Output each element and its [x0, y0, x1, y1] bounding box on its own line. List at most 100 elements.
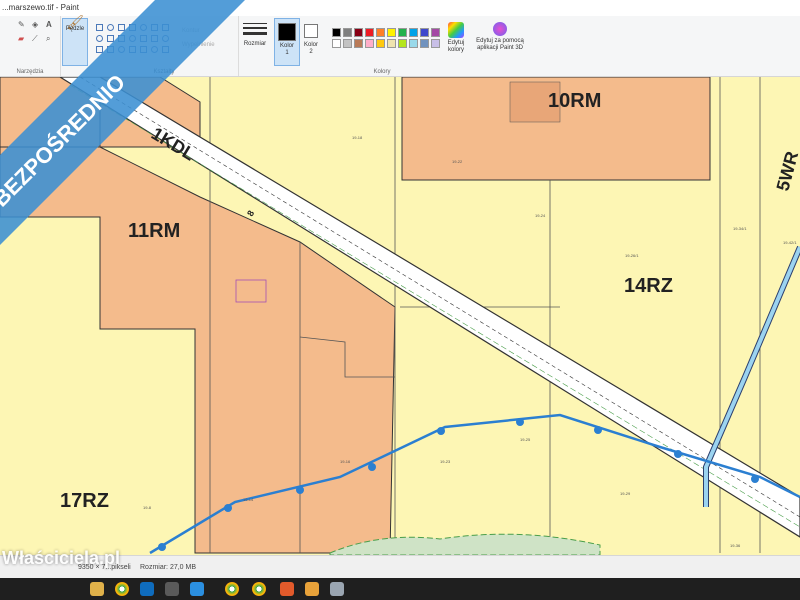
fill-icon[interactable]: ◈: [32, 20, 38, 29]
color-swatch[interactable]: [398, 39, 407, 48]
file-size: Rozmiar: 27,0 MB: [140, 564, 197, 571]
shape-option[interactable]: [118, 35, 125, 42]
brush-icon: 🖌: [66, 14, 84, 30]
group-tools-label: Narzędzia: [16, 69, 44, 75]
terminal-icon[interactable]: [165, 582, 179, 596]
group-shapes: Kontur Wypełnienie Kształty: [90, 16, 239, 76]
paint3d-icon: [493, 22, 507, 36]
parcel-number: 19-34/1: [733, 226, 747, 231]
shape-option[interactable]: [107, 24, 114, 31]
parcel-number: 19-24: [535, 213, 546, 218]
color-picker-icon[interactable]: ⟋: [32, 34, 38, 44]
shape-option[interactable]: [107, 46, 114, 53]
color-swatch[interactable]: [365, 28, 374, 37]
color2-button[interactable]: Kolor 2: [300, 18, 322, 56]
chrome-profile2-icon[interactable]: [252, 582, 266, 596]
color-swatch[interactable]: [409, 39, 418, 48]
color-swatch[interactable]: [420, 28, 429, 37]
file-explorer-icon[interactable]: [90, 582, 104, 596]
shape-option[interactable]: [151, 46, 158, 53]
color-swatch[interactable]: [376, 39, 385, 48]
color1-swatch: [278, 23, 296, 41]
shape-option[interactable]: [96, 46, 103, 53]
zone-label-10rm: 10RM: [548, 90, 601, 112]
shape-option[interactable]: [140, 24, 147, 31]
shape-option[interactable]: [129, 35, 136, 42]
chrome-icon[interactable]: [115, 582, 129, 596]
size-lines-icon: [241, 23, 269, 41]
color-swatch[interactable]: [365, 39, 374, 48]
text-icon[interactable]: A: [46, 20, 52, 29]
color-swatch[interactable]: [354, 28, 363, 37]
group-colors-label: Kolory: [373, 69, 391, 75]
zone-label-17rz: 17RZ: [60, 490, 109, 512]
group-tools: ✎ ◈ A ▰ ⟋ ⌕ Narzędzia: [0, 16, 61, 76]
parcel-number: 19-25: [520, 437, 531, 442]
group-colors: Kolory: [322, 16, 442, 76]
shape-option[interactable]: [118, 46, 125, 53]
parcel-number: 19-23: [440, 459, 451, 464]
shape-option[interactable]: [162, 24, 169, 31]
shape-option[interactable]: [129, 46, 136, 53]
color1-number: 1: [285, 50, 289, 56]
shape-option[interactable]: [162, 35, 169, 42]
settings-icon[interactable]: [330, 582, 344, 596]
color-swatch[interactable]: [431, 39, 440, 48]
shape-option[interactable]: [129, 24, 136, 31]
color-swatch[interactable]: [387, 39, 396, 48]
parcel-number: 19-26/1: [625, 253, 639, 258]
edit-colors-button[interactable]: Edytuj kolory: [442, 22, 470, 54]
eraser-icon[interactable]: ▰: [18, 34, 24, 43]
zone-label-14rz: 14RZ: [624, 275, 673, 297]
parcel-number: 19-36: [730, 543, 741, 548]
paint3d-button[interactable]: Edytuj za pomocą aplikacji Paint 3D: [472, 22, 528, 52]
parcel-number: 19-29: [620, 491, 631, 496]
magnifier-icon[interactable]: ⌕: [46, 34, 50, 44]
size-button[interactable]: Rozmiar: [241, 20, 269, 48]
color1-button[interactable]: Kolor 1: [274, 18, 300, 66]
shape-option[interactable]: [118, 24, 125, 31]
shape-option[interactable]: [96, 35, 103, 42]
color-swatch[interactable]: [387, 28, 396, 37]
color2-swatch: [304, 24, 318, 38]
color-swatch[interactable]: [332, 39, 341, 48]
watermark: Właściciela.pl: [2, 548, 121, 568]
color-swatch[interactable]: [332, 28, 341, 37]
color-swatch[interactable]: [343, 39, 352, 48]
color-swatch[interactable]: [343, 28, 352, 37]
shape-option[interactable]: [162, 46, 169, 53]
parcel-number: 19-14: [243, 497, 254, 502]
outline-label[interactable]: Kontur: [182, 28, 200, 34]
mail-icon[interactable]: [190, 582, 204, 596]
color-swatch[interactable]: [431, 28, 440, 37]
color-wheel-icon: [448, 22, 464, 38]
shape-option[interactable]: [107, 35, 114, 42]
canvas[interactable]: 10RM 11RM 14RZ 17RZ 1KDL 5WR 8 19-22 19-…: [0, 77, 800, 555]
store-icon[interactable]: [140, 582, 154, 596]
shape-option[interactable]: [140, 46, 147, 53]
color-swatch[interactable]: [420, 39, 429, 48]
shape-option[interactable]: [140, 35, 147, 42]
paint-icon[interactable]: [305, 582, 319, 596]
color-swatch[interactable]: [376, 28, 385, 37]
color-swatch[interactable]: [398, 28, 407, 37]
brushes-label: Pędzle: [65, 26, 85, 32]
edit-colors-label: Edytuj kolory: [447, 40, 465, 53]
chrome-profile-icon[interactable]: [225, 582, 239, 596]
shape-option[interactable]: [151, 35, 158, 42]
shape-option[interactable]: [151, 24, 158, 31]
parcel-number: 19-18: [352, 135, 363, 140]
color-swatch[interactable]: [354, 39, 363, 48]
size-label: Rozmiar: [243, 41, 267, 47]
brushes-button[interactable]: 🖌 Pędzle: [62, 14, 88, 66]
parcel-number: 19-42/1: [783, 240, 797, 245]
shape-option[interactable]: [96, 24, 103, 31]
fill-label[interactable]: Wypełnienie: [182, 42, 215, 48]
ribbon: ✎ ◈ A ▰ ⟋ ⌕ Narzędzia 🖌 Pędzle Kontur Wy…: [0, 14, 800, 77]
color-swatch[interactable]: [409, 28, 418, 37]
paint3d-label: Edytuj za pomocą aplikacji Paint 3D: [476, 38, 524, 51]
color2-label: Kolor: [303, 42, 318, 48]
parcel-number: 19-22: [452, 159, 463, 164]
pencil-icon[interactable]: ✎: [18, 20, 25, 29]
app-icon[interactable]: [280, 582, 294, 596]
